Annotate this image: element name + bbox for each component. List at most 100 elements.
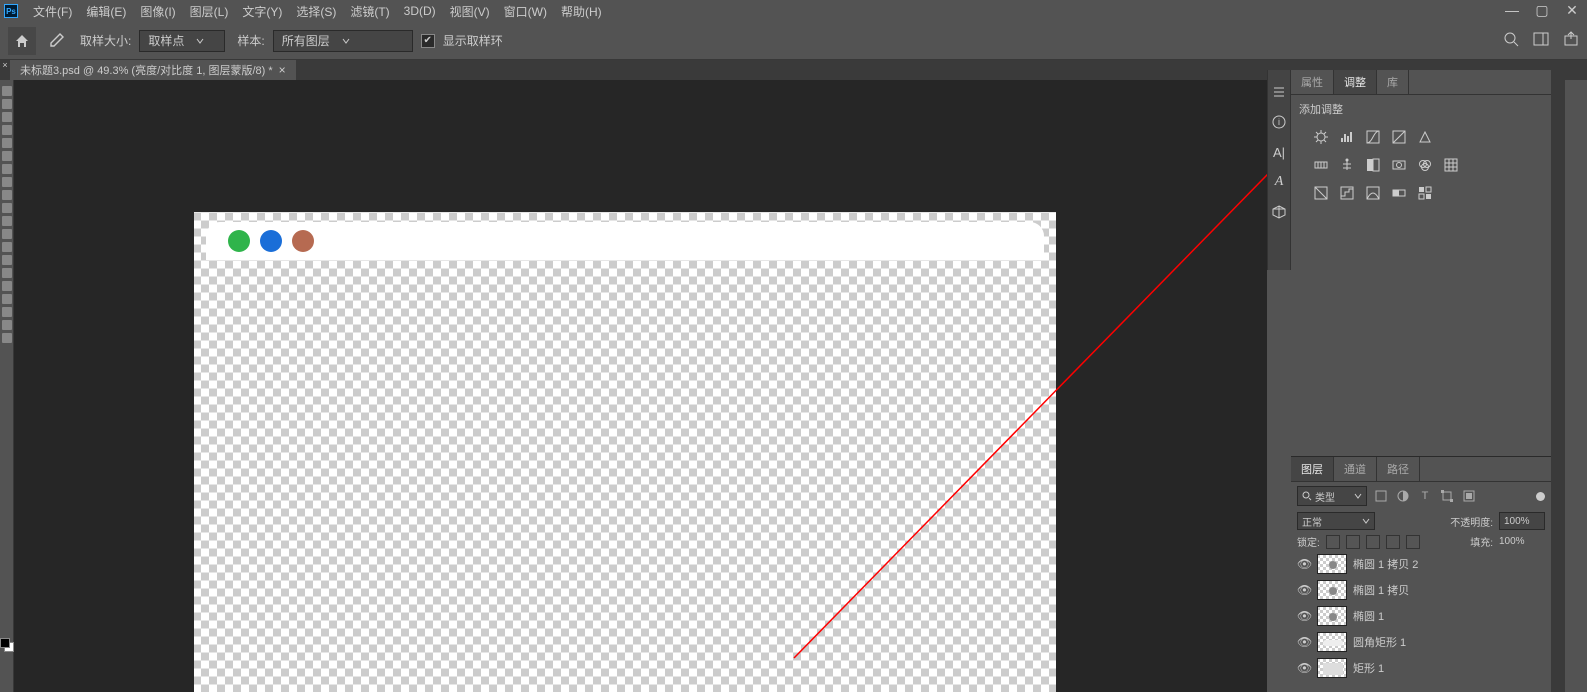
photo-filter-icon[interactable] <box>1391 157 1407 173</box>
layer-row[interactable]: 👁 矩形 1 <box>1291 655 1551 681</box>
menu-filter[interactable]: 滤镜(T) <box>343 1 396 22</box>
gradient-map-icon[interactable] <box>1391 185 1407 201</box>
channel-mixer-icon[interactable] <box>1417 157 1433 173</box>
lock-paint-icon[interactable] <box>1346 535 1360 549</box>
menu-edit[interactable]: 编辑(E) <box>79 1 133 22</box>
tool-slot[interactable] <box>2 86 12 96</box>
blend-mode-dropdown[interactable]: 正常 <box>1297 512 1375 530</box>
show-sampling-ring-checkbox[interactable]: ✔ <box>421 34 435 48</box>
home-button[interactable] <box>8 27 36 55</box>
tool-slot[interactable] <box>2 164 12 174</box>
menu-view[interactable]: 视图(V) <box>443 1 497 22</box>
canvas-area[interactable] <box>14 80 1267 692</box>
tab-adjustments[interactable]: 调整 <box>1334 70 1377 94</box>
layer-filter-type-dropdown[interactable]: 类型 <box>1297 486 1367 506</box>
menu-help[interactable]: 帮助(H) <box>554 1 609 22</box>
workspace-icon[interactable] <box>1533 31 1549 50</box>
foreground-background-colors[interactable] <box>0 638 14 652</box>
layer-thumbnail[interactable] <box>1317 606 1347 626</box>
tool-slot[interactable] <box>2 320 12 330</box>
hue-sat-icon[interactable] <box>1313 157 1329 173</box>
lock-position-icon[interactable] <box>1366 535 1380 549</box>
opacity-input[interactable]: 100% <box>1499 512 1545 530</box>
selective-color-icon[interactable] <box>1417 185 1433 201</box>
info-panel-icon[interactable]: i <box>1271 114 1287 130</box>
search-icon[interactable] <box>1503 31 1519 50</box>
exposure-icon[interactable] <box>1391 129 1407 145</box>
tool-slot[interactable] <box>2 242 12 252</box>
visibility-toggle[interactable]: 👁 <box>1297 557 1311 571</box>
layer-thumbnail[interactable] <box>1317 580 1347 600</box>
filter-adjustment-icon[interactable] <box>1395 488 1411 504</box>
tool-slot[interactable] <box>2 268 12 278</box>
maximize-button[interactable]: ▢ <box>1527 0 1557 20</box>
threshold-icon[interactable] <box>1365 185 1381 201</box>
minimize-button[interactable]: — <box>1497 0 1527 20</box>
tool-slot[interactable] <box>2 177 12 187</box>
filter-type-icon[interactable]: T <box>1417 488 1433 504</box>
menu-file[interactable]: 文件(F) <box>26 1 79 22</box>
layer-row[interactable]: 👁 椭圆 1 拷贝 2 <box>1291 551 1551 577</box>
tool-slot[interactable] <box>2 151 12 161</box>
brightness-contrast-icon[interactable] <box>1313 129 1329 145</box>
panel-scrollbar[interactable] <box>1551 70 1565 692</box>
layer-row[interactable]: 👁 椭圆 1 <box>1291 603 1551 629</box>
filter-pixel-icon[interactable] <box>1373 488 1389 504</box>
invert-icon[interactable] <box>1313 185 1329 201</box>
menu-type[interactable]: 文字(Y) <box>235 1 289 22</box>
vibrance-icon[interactable] <box>1417 129 1433 145</box>
close-button[interactable]: ✕ <box>1557 0 1587 20</box>
filter-smart-icon[interactable] <box>1461 488 1477 504</box>
menu-layer[interactable]: 图层(L) <box>183 1 236 22</box>
visibility-toggle[interactable]: 👁 <box>1297 609 1311 623</box>
tab-properties[interactable]: 属性 <box>1291 70 1334 94</box>
menu-3d[interactable]: 3D(D) <box>397 2 443 20</box>
share-icon[interactable] <box>1563 31 1579 50</box>
tool-slot[interactable] <box>2 229 12 239</box>
tool-slot[interactable] <box>2 255 12 265</box>
tool-slot[interactable] <box>2 333 12 343</box>
tool-slot[interactable] <box>2 281 12 291</box>
layer-row[interactable]: 👁 圆角矩形 1 <box>1291 629 1551 655</box>
filter-shape-icon[interactable] <box>1439 488 1455 504</box>
levels-icon[interactable] <box>1339 129 1355 145</box>
tool-slot[interactable] <box>2 112 12 122</box>
foreground-color[interactable] <box>0 638 10 648</box>
tab-strip-close[interactable]: × <box>0 60 10 70</box>
visibility-toggle[interactable]: 👁 <box>1297 635 1311 649</box>
tool-slot[interactable] <box>2 99 12 109</box>
glyph-panel-icon[interactable]: A <box>1271 174 1287 190</box>
color-balance-icon[interactable] <box>1339 157 1355 173</box>
tool-slot[interactable] <box>2 307 12 317</box>
layer-thumbnail[interactable] <box>1317 554 1347 574</box>
3d-panel-icon[interactable] <box>1271 204 1287 220</box>
tab-paths[interactable]: 路径 <box>1377 457 1420 481</box>
tab-layers[interactable]: 图层 <box>1291 457 1334 481</box>
layer-thumbnail[interactable] <box>1317 632 1347 652</box>
visibility-toggle[interactable]: 👁 <box>1297 583 1311 597</box>
menu-image[interactable]: 图像(I) <box>133 1 182 22</box>
tool-slot[interactable] <box>2 125 12 135</box>
document-canvas[interactable] <box>194 212 1056 692</box>
layer-thumbnail[interactable] <box>1317 658 1347 678</box>
tool-slot[interactable] <box>2 294 12 304</box>
tab-channels[interactable]: 通道 <box>1334 457 1377 481</box>
lock-artboard-icon[interactable] <box>1386 535 1400 549</box>
lock-transparency-icon[interactable] <box>1326 535 1340 549</box>
history-panel-icon[interactable] <box>1271 84 1287 100</box>
eyedropper-tool-icon[interactable] <box>44 29 68 53</box>
tab-libraries[interactable]: 库 <box>1377 70 1409 94</box>
posterize-icon[interactable] <box>1339 185 1355 201</box>
layer-row[interactable]: 👁 椭圆 1 拷贝 <box>1291 577 1551 603</box>
character-panel-icon[interactable]: A| <box>1271 144 1287 160</box>
visibility-toggle[interactable]: 👁 <box>1297 661 1311 675</box>
sample-dropdown[interactable]: 所有图层 <box>273 30 413 52</box>
menu-window[interactable]: 窗口(W) <box>497 1 554 22</box>
fill-input[interactable]: 100% <box>1499 536 1545 547</box>
lock-all-icon[interactable] <box>1406 535 1420 549</box>
tool-slot[interactable] <box>2 216 12 226</box>
curves-icon[interactable] <box>1365 129 1381 145</box>
tool-slot[interactable] <box>2 138 12 148</box>
menu-select[interactable]: 选择(S) <box>289 1 343 22</box>
document-tab-close[interactable]: × <box>279 63 286 77</box>
